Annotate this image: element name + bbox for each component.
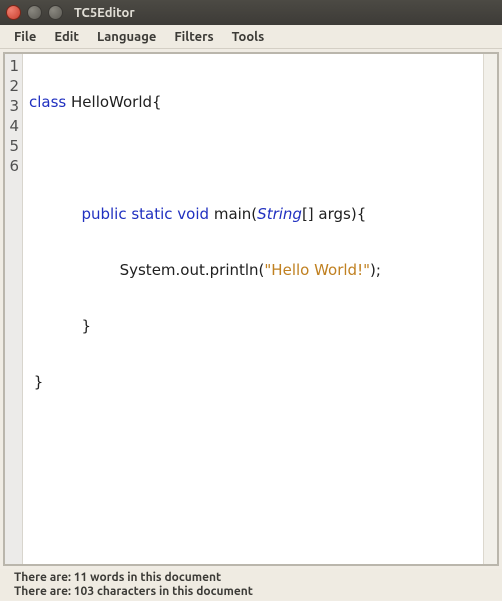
indent — [29, 205, 81, 223]
code-line: } — [29, 372, 483, 392]
menu-tools[interactable]: Tools — [224, 28, 273, 46]
vertical-scrollbar[interactable] — [483, 54, 497, 564]
minimize-icon[interactable] — [27, 5, 42, 20]
titlebar[interactable]: TC5Editor — [0, 0, 502, 25]
code-text: main( — [209, 205, 257, 223]
menubar: File Edit Language Filters Tools — [0, 25, 502, 49]
code-line: System.out.println("Hello World!"); — [29, 260, 483, 280]
statusbar: There are: 11 words in this document The… — [0, 569, 502, 600]
type: String — [257, 205, 302, 223]
menu-language[interactable]: Language — [89, 28, 164, 46]
code-text: ); — [370, 261, 381, 279]
code-line: } — [29, 316, 483, 336]
line-number: 4 — [5, 116, 22, 136]
maximize-icon[interactable] — [48, 5, 63, 20]
editor: 1 2 3 4 5 6 class HelloWorld{ public sta… — [3, 52, 499, 566]
line-number: 2 — [5, 76, 22, 96]
line-number: 1 — [5, 56, 22, 76]
code-line: public static void main(String[] args){ — [29, 204, 483, 224]
menu-filters[interactable]: Filters — [166, 28, 221, 46]
keyword: class — [29, 93, 66, 111]
code-line — [29, 148, 483, 168]
code-line: class HelloWorld{ — [29, 92, 483, 112]
menu-file[interactable]: File — [6, 28, 44, 46]
line-number: 3 — [5, 96, 22, 116]
char-count-label: There are: 103 characters in this docume… — [14, 585, 488, 599]
line-number: 6 — [5, 156, 22, 176]
word-count-label: There are: 11 words in this document — [14, 571, 488, 585]
close-icon[interactable] — [6, 5, 21, 20]
string-literal: "Hello World!" — [264, 261, 370, 279]
line-number-gutter: 1 2 3 4 5 6 — [5, 54, 23, 564]
code-text: System.out.println( — [120, 261, 265, 279]
window-controls — [6, 5, 63, 20]
code-text: HelloWorld{ — [66, 93, 161, 111]
window-title: TC5Editor — [74, 6, 135, 20]
line-number: 5 — [5, 136, 22, 156]
code-text: [] args){ — [302, 205, 366, 223]
menu-edit[interactable]: Edit — [46, 28, 87, 46]
indent — [29, 261, 120, 279]
keyword: public static void — [81, 205, 209, 223]
code-area[interactable]: class HelloWorld{ public static void mai… — [23, 54, 483, 564]
